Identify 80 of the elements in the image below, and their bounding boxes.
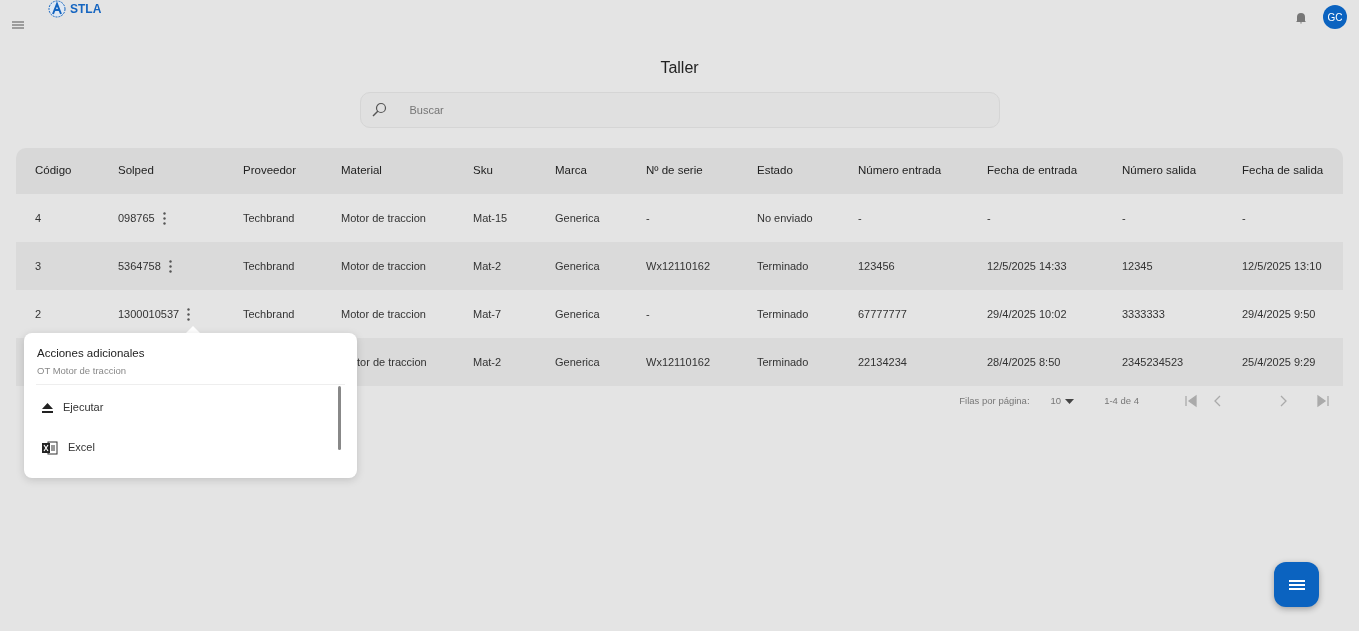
table-cell-text: 4 xyxy=(35,210,42,226)
column-header: Estado xyxy=(757,163,794,179)
rows-per-page-select[interactable]: 10 xyxy=(1050,394,1075,409)
menu-fab[interactable] xyxy=(1274,562,1319,607)
table-cell-text: - xyxy=(646,306,650,322)
table-cell-text: Terminado xyxy=(757,306,809,322)
table-cell-text: Mat-15 xyxy=(473,210,508,226)
table-cell-text: - xyxy=(858,210,862,226)
table-cell-text: 22134234 xyxy=(858,354,907,370)
table-cell-text: Techbrand xyxy=(243,306,295,322)
table-cell-text: 28/4/2025 8:50 xyxy=(987,354,1061,370)
column-header: Fecha de entrada xyxy=(987,163,1079,179)
table-cell-text: 29/4/2025 10:02 xyxy=(987,306,1067,322)
table-cell-text: Mat-2 xyxy=(473,258,502,274)
more-options-icon[interactable] xyxy=(187,305,191,323)
table-cell-text: Motor de traccion xyxy=(341,306,426,322)
logo-text: STLA xyxy=(70,1,102,18)
table-cell-text: 1300010537 xyxy=(118,306,180,322)
popup-subtitle: OT Motor de traccion xyxy=(36,364,128,379)
table-cell-text: 12/5/2025 13:10 xyxy=(1242,258,1322,274)
table-cell-text: Motor de traccion xyxy=(341,210,426,226)
page-range: 1-4 de 4 xyxy=(1104,394,1139,409)
caret-icon xyxy=(1065,398,1075,404)
menu-icon xyxy=(1288,578,1305,591)
table-cell-text: - xyxy=(987,210,991,226)
table-cell-text: Mat-7 xyxy=(473,306,502,322)
table-cell-text: Generica xyxy=(555,210,600,226)
column-header: Fecha de salida xyxy=(1242,163,1325,179)
search-icon xyxy=(370,102,387,118)
column-header: Número salida xyxy=(1122,163,1198,179)
table-cell-text: 2 xyxy=(35,306,42,322)
table-cell-text: 3333333 xyxy=(1122,306,1165,322)
popup-title: Acciones adicionales xyxy=(36,346,146,361)
column-header: Nº de serie xyxy=(646,163,704,179)
table-cell-text: Wx12110162 xyxy=(646,354,710,370)
spreadsheet-icon xyxy=(42,439,58,456)
more-options-icon[interactable] xyxy=(162,209,166,227)
menu-item[interactable]: Excel xyxy=(24,427,334,468)
table-cell-text: - xyxy=(1242,210,1246,226)
column-header: Solped xyxy=(118,163,155,179)
table-cell-text: 12345 xyxy=(1122,258,1153,274)
table-cell-text: 098765 xyxy=(118,210,155,226)
column-header: Material xyxy=(341,163,383,179)
table-cell-text: tor de traccion xyxy=(356,354,427,370)
scrollbar xyxy=(338,386,341,450)
table-cell-text: Wx12110162 xyxy=(646,258,710,274)
table-cell-text: Generica xyxy=(555,354,600,370)
table-cell-text: Generica xyxy=(555,306,600,322)
logo-icon xyxy=(48,0,66,19)
column-header: Número entrada xyxy=(858,163,943,179)
table-cell-text: Terminado xyxy=(757,258,809,274)
search-field[interactable]: Buscar xyxy=(359,92,1000,128)
column-header: Marca xyxy=(555,163,588,179)
table-cell-text: 123456 xyxy=(858,258,895,274)
column-header: Proveedor xyxy=(243,163,298,179)
table-cell-text: - xyxy=(1122,210,1126,226)
table-cell-text: 3 xyxy=(35,258,42,274)
column-header: Código xyxy=(35,163,73,179)
column-header: Sku xyxy=(473,163,494,179)
table-cell-text: No enviado xyxy=(757,210,813,226)
table-cell-text: Motor de traccion xyxy=(341,258,426,274)
table-cell-text: Terminado xyxy=(757,354,809,370)
table-cell-text: - xyxy=(646,210,650,226)
rows-per-page-label: Filas por página: xyxy=(959,394,1030,409)
menu-item[interactable]: Ejecutar xyxy=(24,387,334,428)
avatar[interactable]: GC xyxy=(1323,5,1347,29)
table-cell-text: 29/4/2025 9:50 xyxy=(1242,306,1316,322)
first-page-icon[interactable] xyxy=(1184,394,1198,409)
table-cell-text: 67777777 xyxy=(858,306,907,322)
table-cell-text: Techbrand xyxy=(243,258,295,274)
table-cell-text: Mat-2 xyxy=(473,354,502,370)
table-cell-text: Generica xyxy=(555,258,600,274)
table-cell-text: 12/5/2025 14:33 xyxy=(987,258,1067,274)
table-cell-text: Techbrand xyxy=(243,210,295,226)
page-title: Taller xyxy=(659,58,700,78)
last-page-icon[interactable] xyxy=(1316,394,1330,409)
table-cell-text: 5364758 xyxy=(118,258,161,274)
table-cell-text: 25/4/2025 9:29 xyxy=(1242,354,1316,370)
table-cell-text: 2345234523 xyxy=(1122,354,1184,370)
more-options-icon[interactable] xyxy=(168,257,172,275)
